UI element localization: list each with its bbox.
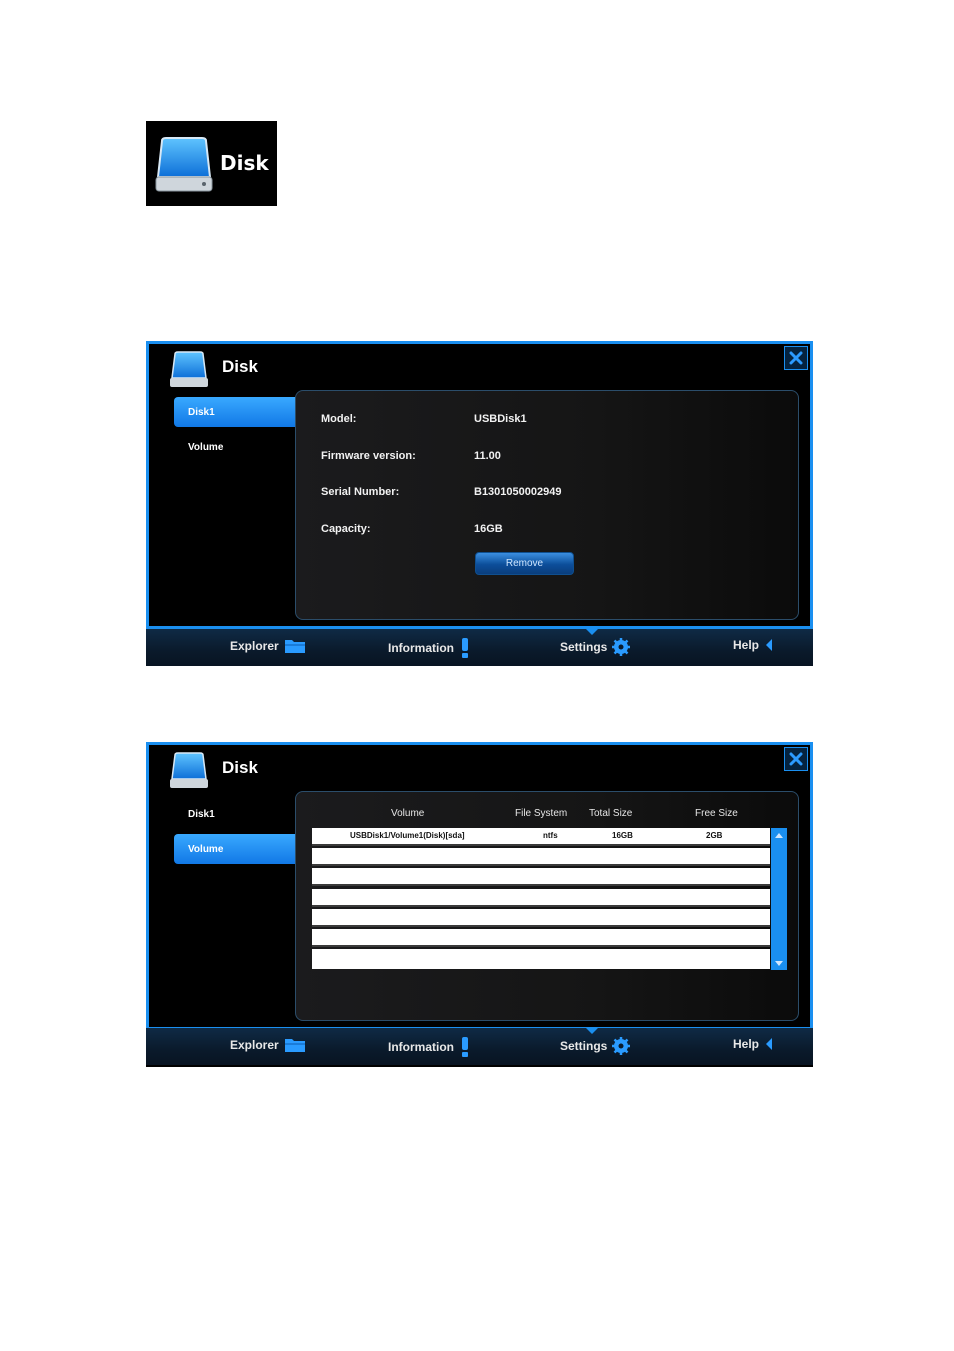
table-scrollbar[interactable] (771, 828, 787, 970)
capacity-label: Capacity: (321, 523, 371, 535)
cell-free-size: 2GB (706, 831, 723, 840)
cell-file-system: ntfs (543, 831, 558, 840)
chevron-down-icon (775, 960, 783, 966)
table-row[interactable] (312, 929, 770, 947)
volume-table: USBDisk1/Volume1(Disk)[sda] ntfs 16GB 2G… (312, 828, 787, 970)
column-header-file-system: File System (515, 808, 568, 819)
nav-explorer[interactable]: Explorer (230, 638, 306, 654)
sidebar-item-disk1[interactable]: Disk1 (174, 397, 295, 427)
folder-icon (284, 640, 305, 653)
nav-help-label: Help (733, 1037, 760, 1051)
model-value: USBDisk1 (474, 413, 527, 425)
column-header-volume: Volume (391, 808, 425, 819)
column-header-total-size: Total Size (589, 808, 633, 819)
window-body: Disk Disk1 Volume Volume File System Tot… (146, 742, 813, 1030)
firmware-value: 11.00 (474, 450, 501, 462)
nav-explorer-label: Explorer (230, 639, 279, 653)
disk-info-window: Disk Disk1 Volume Model: USBDisk1 Firmwa… (146, 341, 813, 666)
disk-icon (170, 752, 208, 788)
window-title: Disk (222, 357, 258, 376)
disk-app-tile[interactable]: Disk (146, 121, 277, 206)
serial-label: Serial Number: (321, 486, 400, 498)
sidebar-item-disk1[interactable]: Disk1 (174, 799, 295, 829)
nav-help[interactable]: Help (733, 1037, 774, 1051)
table-row[interactable] (312, 949, 770, 969)
table-row[interactable] (312, 889, 770, 907)
disk-info-panel: Model: USBDisk1 Firmware version: 11.00 … (295, 390, 799, 620)
exclamation-icon (462, 1037, 468, 1057)
nav-information[interactable]: Information (388, 638, 471, 658)
nav-help[interactable]: Help (733, 638, 774, 652)
close-icon (789, 351, 803, 365)
cell-volume: USBDisk1/Volume1(Disk)[sda] (350, 831, 465, 840)
back-arrow-icon (766, 639, 773, 651)
nav-indicator (586, 1028, 598, 1034)
nav-settings[interactable]: Settings (560, 1037, 631, 1055)
table-row[interactable]: USBDisk1/Volume1(Disk)[sda] ntfs 16GB 2G… (312, 828, 770, 846)
nav-settings[interactable]: Settings (560, 638, 631, 656)
volume-window: Disk Disk1 Volume Volume File System Tot… (146, 742, 813, 1067)
disk-icon (170, 351, 208, 387)
nav-information[interactable]: Information (388, 1037, 471, 1057)
firmware-label: Firmware version: (321, 450, 416, 462)
nav-settings-label: Settings (560, 1039, 608, 1053)
gear-icon (612, 1037, 631, 1055)
serial-value: B1301050002949 (474, 486, 562, 498)
bottom-nav: Explorer Information Settings Help (146, 1028, 813, 1065)
close-icon (789, 752, 803, 766)
sidebar-item-volume[interactable]: Volume (174, 432, 295, 462)
close-button[interactable] (784, 747, 808, 771)
table-row[interactable] (312, 868, 770, 886)
nav-settings-label: Settings (560, 640, 608, 654)
chevron-up-icon (775, 832, 783, 838)
capacity-value: 16GB (474, 523, 503, 535)
folder-icon (284, 1039, 305, 1052)
volume-panel: Volume File System Total Size Free Size … (295, 791, 799, 1021)
exclamation-icon (462, 638, 468, 658)
back-arrow-icon (766, 1038, 773, 1050)
tile-label: Disk (220, 151, 269, 175)
disk-icon (155, 137, 213, 192)
nav-explorer-label: Explorer (230, 1038, 279, 1052)
model-label: Model: (321, 413, 357, 425)
scroll-down-button[interactable] (773, 958, 785, 968)
cell-total-size: 16GB (612, 831, 633, 840)
remove-button[interactable]: Remove (475, 552, 574, 575)
nav-indicator (586, 629, 598, 635)
window-title: Disk (222, 758, 258, 777)
scroll-up-button[interactable] (773, 830, 785, 840)
column-header-free-size: Free Size (695, 808, 738, 819)
nav-information-label: Information (388, 1040, 454, 1054)
close-button[interactable] (784, 346, 808, 370)
window-body: Disk Disk1 Volume Model: USBDisk1 Firmwa… (146, 341, 813, 629)
bottom-nav: Explorer Information Settings Help (146, 629, 813, 666)
nav-help-label: Help (733, 638, 760, 652)
table-row[interactable] (312, 848, 770, 866)
nav-information-label: Information (388, 641, 454, 655)
table-row[interactable] (312, 909, 770, 927)
nav-explorer[interactable]: Explorer (230, 1037, 306, 1053)
gear-icon (612, 638, 631, 656)
sidebar-item-volume[interactable]: Volume (174, 834, 295, 864)
